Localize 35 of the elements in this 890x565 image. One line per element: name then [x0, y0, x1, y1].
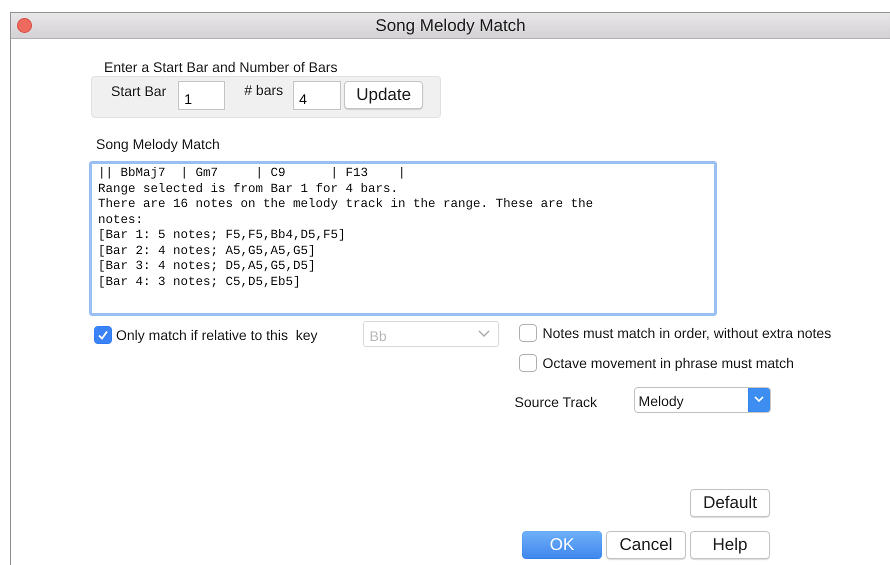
group-title: Enter a Start Bar and Number of Bars: [104, 59, 338, 76]
result-line: [Bar 3: 4 notes; D5,A5,G5,D5]: [98, 259, 317, 274]
checkmark-icon: [97, 329, 109, 341]
source-track-value: Melody: [638, 392, 685, 411]
bars-label: # bars: [244, 81, 284, 100]
result-line: [Bar 4: 3 notes; C5,D5,Eb5]: [98, 274, 302, 290]
result-label: Song Melody Match: [96, 135, 221, 154]
key-select-value: Bb: [368, 326, 388, 346]
window-title: Song Melody Match: [375, 14, 526, 37]
result-line: notes:: [98, 212, 144, 228]
dropdown-button[interactable]: [748, 388, 770, 412]
key-option-label: Only match if relative to this key: [116, 326, 318, 345]
start-bar-field[interactable]: 1: [178, 81, 226, 110]
checkbox[interactable]: [94, 326, 112, 344]
option-label: Notes must match in order, without extra notes: [542, 324, 832, 342]
checkbox[interactable]: [518, 324, 537, 342]
result-line: Range selected is from Bar 1 for 4 bars.: [98, 182, 400, 197]
close-button[interactable]: [17, 18, 32, 33]
cancel-button[interactable]: Cancel: [606, 531, 686, 559]
chevron-down-icon: [478, 330, 490, 338]
source-track-select[interactable]: Melody: [634, 386, 771, 412]
bars-field[interactable]: 4: [293, 81, 342, 110]
chevron-down-icon: [754, 396, 764, 403]
help-button[interactable]: Help: [690, 531, 770, 559]
result-line: There are 16 notes on the melody track in the range. These are the: [98, 197, 594, 212]
result-text-area[interactable]: [89, 161, 717, 316]
option-label: Octave movement in phrase must match: [542, 354, 794, 373]
default-button[interactable]: Default: [690, 489, 770, 517]
result-line: [Bar 2: 4 notes; A5,G5,A5,G5]: [98, 244, 317, 259]
checkbox[interactable]: [518, 354, 537, 372]
update-button[interactable]: Update: [344, 81, 424, 109]
result-line: || BbMaj7 | Gm7 | C9 | F13 |: [98, 166, 407, 182]
result-line: [Bar 1: 5 notes; F5,F5,Bb4,D5,F5]: [98, 228, 347, 244]
start-bar-label: Start Bar: [111, 82, 166, 101]
source-track-label: Source Track: [514, 393, 598, 412]
